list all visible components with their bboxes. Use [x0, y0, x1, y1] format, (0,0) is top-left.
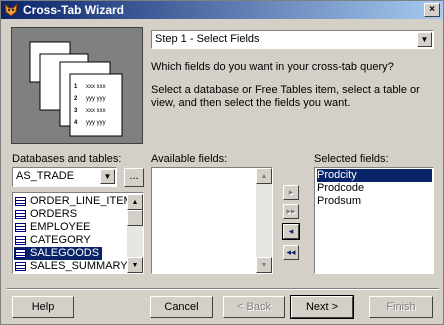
close-button[interactable]: ×	[424, 3, 440, 17]
selected-field-item[interactable]: Prodsum	[317, 195, 364, 208]
view-icon	[15, 262, 26, 271]
tables-listbox[interactable]: ORDER_LINE_ITEM ORDERS EMPLOYEE CATEGORY SAL…	[12, 192, 144, 274]
selected-field-item[interactable]: Prodcode	[317, 182, 367, 195]
chevron-down-icon[interactable]: ▼	[100, 169, 115, 184]
table-list-item[interactable]: EMPLOYEE	[14, 221, 94, 234]
remove-all-fields-button[interactable]: ◂◂	[283, 245, 299, 260]
cancel-button[interactable]: Cancel	[150, 296, 213, 318]
help-button[interactable]: Help	[12, 296, 74, 318]
database-combo[interactable]: AS_TRADE ▼	[12, 167, 117, 187]
table-list-item-label: ORDER_LINE_ITEM	[30, 195, 133, 207]
selected-field-item[interactable]: Prodcity	[317, 169, 432, 182]
databases-label: Databases and tables:	[12, 153, 122, 165]
cross-tab-wizard-window: Cross-Tab Wizard × 1 xxx xxx 2 yyy yyy 3 xxx …	[0, 0, 444, 325]
scroll-down-icon[interactable]: ▼	[127, 257, 143, 273]
chevron-down-icon[interactable]: ▼	[417, 32, 432, 47]
picture-row-text: xxx xxx	[86, 84, 106, 90]
table-icon	[15, 236, 26, 245]
step-combo[interactable]: Step 1 - Select Fields ▼	[151, 30, 434, 49]
available-fields-listbox[interactable]: ▲ ▼	[151, 167, 273, 274]
picture-row-text: yyy yyy	[86, 120, 106, 126]
title-bar[interactable]: Cross-Tab Wizard ×	[1, 1, 443, 19]
fox-app-icon	[4, 3, 18, 17]
table-icon	[15, 197, 26, 206]
table-list-item-label: SALEGOODS	[30, 247, 100, 259]
table-list-item[interactable]: CATEGORY	[14, 234, 94, 247]
table-list-item[interactable]: SALES_SUMMARY	[14, 260, 131, 273]
scroll-down-icon[interactable]: ▼	[256, 257, 272, 273]
browse-database-button[interactable]: ...	[124, 168, 144, 187]
available-fields-label: Available fields:	[151, 153, 228, 165]
wizard-illustration: 1 xxx xxx 2 yyy yyy 3 xxx xxx 4 yyy yyy	[11, 27, 143, 144]
window-title: Cross-Tab Wizard	[23, 3, 125, 17]
question-text: Which fields do you want in your cross-t…	[151, 61, 394, 73]
available-fields-scrollbar[interactable]: ▲ ▼	[256, 168, 272, 273]
tables-scrollbar[interactable]: ▲ ▼	[127, 194, 143, 273]
table-icon	[15, 223, 26, 232]
table-list-item-label: ORDERS	[30, 208, 78, 220]
selected-fields-label: Selected fields:	[314, 153, 389, 165]
button-separator	[7, 288, 439, 290]
table-list-item-label: SALES_SUMMARY	[30, 260, 128, 272]
picture-row-text: yyy yyy	[86, 96, 106, 102]
table-list-item[interactable]: ORDER_LINE_ITEM	[14, 195, 136, 208]
scroll-up-icon[interactable]: ▲	[256, 168, 272, 184]
finish-button[interactable]: Finish	[369, 296, 433, 318]
database-combo-value: AS_TRADE	[16, 170, 75, 182]
remove-field-button[interactable]: ◂	[282, 223, 300, 240]
table-icon	[15, 210, 26, 219]
table-icon	[15, 249, 26, 258]
table-list-item-label: EMPLOYEE	[30, 221, 91, 233]
back-button[interactable]: < Back	[223, 296, 285, 318]
table-list-item-label: CATEGORY	[30, 234, 91, 246]
scroll-up-icon[interactable]: ▲	[127, 194, 143, 210]
add-field-button[interactable]: ▸	[283, 185, 299, 200]
cross-tab-report-icon: 1 xxx xxx2 yyy yyy3 xxx xxx4 yyy yyy	[29, 41, 123, 137]
table-list-item[interactable]: SALEGOODS	[14, 247, 103, 260]
next-button[interactable]: Next >	[290, 295, 354, 319]
table-list-item[interactable]: ORDERS	[14, 208, 80, 221]
instructions-text: Select a database or Free Tables item, s…	[151, 84, 420, 109]
add-all-fields-button[interactable]: ▸▸	[283, 204, 299, 219]
selected-fields-listbox[interactable]: Prodcity Prodcode Prodsum	[314, 167, 434, 274]
picture-row-text: xxx xxx	[86, 108, 106, 114]
scroll-thumb[interactable]	[127, 210, 143, 226]
step-combo-value: Step 1 - Select Fields	[155, 33, 260, 45]
